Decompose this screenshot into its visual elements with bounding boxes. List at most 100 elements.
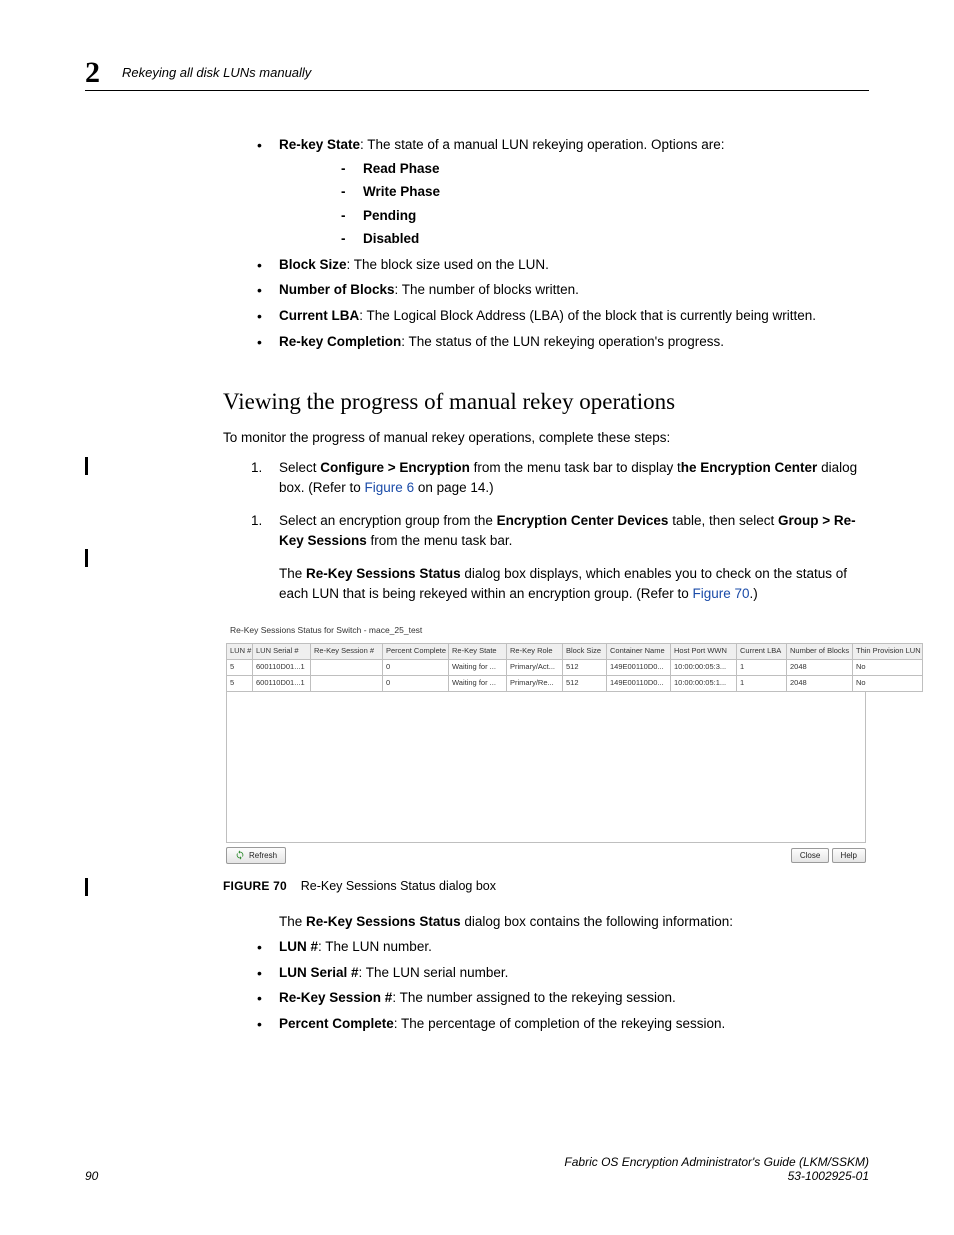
text: .) bbox=[750, 586, 758, 601]
refresh-label: Refresh bbox=[249, 850, 277, 862]
help-button[interactable]: Help bbox=[832, 848, 866, 864]
close-button[interactable]: Close bbox=[791, 848, 829, 864]
page-content: Re-key State: The state of a manual LUN … bbox=[223, 135, 869, 1039]
list-item: Current LBA: The Logical Block Address (… bbox=[223, 306, 869, 326]
table-empty-area bbox=[226, 692, 866, 843]
list-item: LUN Serial #: The LUN serial number. bbox=[223, 963, 869, 983]
col-header[interactable]: Percent Complete bbox=[383, 643, 449, 659]
refresh-icon bbox=[235, 850, 245, 860]
term-desc: : The number of blocks written. bbox=[395, 282, 579, 297]
cell: 600110D01...1 bbox=[253, 675, 311, 691]
term-desc: : The status of the LUN rekeying operati… bbox=[401, 334, 724, 349]
dialog-figure: Re-Key Sessions Status for Switch - mace… bbox=[223, 615, 869, 895]
col-header[interactable]: Block Size bbox=[563, 643, 607, 659]
cell: 2048 bbox=[787, 675, 853, 691]
step-text: from the menu task bar to display t bbox=[470, 460, 681, 475]
col-header[interactable]: Number of Blocks bbox=[787, 643, 853, 659]
dialog-window: Re-Key Sessions Status for Switch - mace… bbox=[223, 615, 869, 867]
cell: 0 bbox=[383, 675, 449, 691]
cell: 1 bbox=[737, 659, 787, 675]
doc-number: 53-1002925-01 bbox=[788, 1169, 869, 1183]
table-row[interactable]: 5 600110D01...1 0 Waiting for ... Primar… bbox=[227, 675, 923, 691]
steps-list: 1. Select Configure > Encryption from th… bbox=[223, 458, 869, 550]
col-header[interactable]: Re-Key State bbox=[449, 643, 507, 659]
col-header[interactable]: Host Port WWN bbox=[671, 643, 737, 659]
col-header[interactable]: Thin Provision LUN bbox=[853, 643, 923, 659]
dialog-name: Re-Key Sessions Status bbox=[306, 914, 461, 929]
dialog-name: Re-Key Sessions Status bbox=[306, 566, 461, 581]
list-item: Disabled bbox=[279, 229, 869, 249]
figure-link[interactable]: Figure 70 bbox=[692, 586, 749, 601]
list-item: Re-key State: The state of a manual LUN … bbox=[223, 135, 869, 249]
list-item: Write Phase bbox=[279, 182, 869, 202]
step-text: on page 14.) bbox=[414, 480, 494, 495]
term-label: Block Size bbox=[279, 257, 347, 272]
refresh-button[interactable]: Refresh bbox=[226, 847, 286, 865]
cell: 512 bbox=[563, 659, 607, 675]
phase-label: Read Phase bbox=[363, 161, 440, 176]
cell: 149E00110D0... bbox=[607, 675, 671, 691]
list-item: LUN #: The LUN number. bbox=[223, 937, 869, 957]
term-desc: : The percentage of completion of the re… bbox=[394, 1016, 725, 1031]
post-figure-paragraph: The Re-Key Sessions Status dialog box co… bbox=[279, 912, 869, 932]
change-bar bbox=[85, 549, 88, 567]
dialog-buttons-right: Close Help bbox=[791, 848, 866, 864]
term-label: Re-key State bbox=[279, 137, 360, 152]
term-label: Re-key Completion bbox=[279, 334, 401, 349]
term-desc: : The LUN serial number. bbox=[359, 965, 509, 980]
col-header[interactable]: LUN # bbox=[227, 643, 253, 659]
sessions-table: LUN # LUN Serial # Re-Key Session # Perc… bbox=[226, 643, 923, 692]
term-desc: : The block size used on the LUN. bbox=[347, 257, 549, 272]
list-item: Block Size: The block size used on the L… bbox=[223, 255, 869, 275]
term-label: Percent Complete bbox=[279, 1016, 394, 1031]
step-number: 1. bbox=[251, 458, 262, 478]
col-header[interactable]: LUN Serial # bbox=[253, 643, 311, 659]
definition-list: Re-key State: The state of a manual LUN … bbox=[223, 135, 869, 351]
figure-caption: FIGURE 70 Re-Key Sessions Status dialog … bbox=[223, 877, 869, 895]
section-title: Rekeying all disk LUNs manually bbox=[122, 65, 311, 80]
term-desc: : The number assigned to the rekeying se… bbox=[392, 990, 675, 1005]
list-item: Pending bbox=[279, 206, 869, 226]
sub-list: Read Phase Write Phase Pending Disabled bbox=[279, 159, 869, 249]
col-header[interactable]: Container Name bbox=[607, 643, 671, 659]
text: dialog box contains the following inform… bbox=[461, 914, 733, 929]
page-header: 2 Rekeying all disk LUNs manually bbox=[85, 55, 869, 91]
step-number: 1. bbox=[251, 511, 262, 531]
cell: Waiting for ... bbox=[449, 659, 507, 675]
step-item: 1. Select Configure > Encryption from th… bbox=[223, 458, 869, 497]
cell: 1 bbox=[737, 675, 787, 691]
cell: 512 bbox=[563, 675, 607, 691]
term-label: LUN # bbox=[279, 939, 318, 954]
info-list: LUN #: The LUN number. LUN Serial #: The… bbox=[223, 937, 869, 1033]
text: The bbox=[279, 914, 306, 929]
footer-doc-info: Fabric OS Encryption Administrator's Gui… bbox=[564, 1155, 869, 1183]
col-header[interactable]: Re-Key Session # bbox=[311, 643, 383, 659]
cell: 10:00:00:05:1... bbox=[671, 675, 737, 691]
phase-label: Disabled bbox=[363, 231, 419, 246]
col-header[interactable]: Re-Key Role bbox=[507, 643, 563, 659]
dialog-toolbar: Refresh Close Help bbox=[226, 847, 866, 865]
cell bbox=[311, 675, 383, 691]
list-item: Re-Key Session #: The number assigned to… bbox=[223, 988, 869, 1008]
step-text: table, then select bbox=[668, 513, 778, 528]
step-text: from the menu task bar. bbox=[367, 533, 513, 548]
step-result: The Re-Key Sessions Status dialog box di… bbox=[223, 564, 869, 603]
table-name: Encryption Center Devices bbox=[497, 513, 669, 528]
list-item: Number of Blocks: The number of blocks w… bbox=[223, 280, 869, 300]
table-row[interactable]: 5 600110D01...1 0 Waiting for ... Primar… bbox=[227, 659, 923, 675]
subsection-heading: Viewing the progress of manual rekey ope… bbox=[223, 385, 869, 418]
figure-link[interactable]: Figure 6 bbox=[365, 480, 415, 495]
cell: 149E00110D0... bbox=[607, 659, 671, 675]
cell: Primary/Re... bbox=[507, 675, 563, 691]
cell: Primary/Act... bbox=[507, 659, 563, 675]
page-footer: 90 Fabric OS Encryption Administrator's … bbox=[85, 1155, 869, 1183]
term-label: Current LBA bbox=[279, 308, 359, 323]
figure-title: Re-Key Sessions Status dialog box bbox=[301, 879, 496, 893]
table-header-row: LUN # LUN Serial # Re-Key Session # Perc… bbox=[227, 643, 923, 659]
list-item: Read Phase bbox=[279, 159, 869, 179]
col-header[interactable]: Current LBA bbox=[737, 643, 787, 659]
close-label: Close bbox=[800, 850, 820, 862]
cell: 600110D01...1 bbox=[253, 659, 311, 675]
cell bbox=[311, 659, 383, 675]
menu-path: Configure > Encryption bbox=[320, 460, 470, 475]
